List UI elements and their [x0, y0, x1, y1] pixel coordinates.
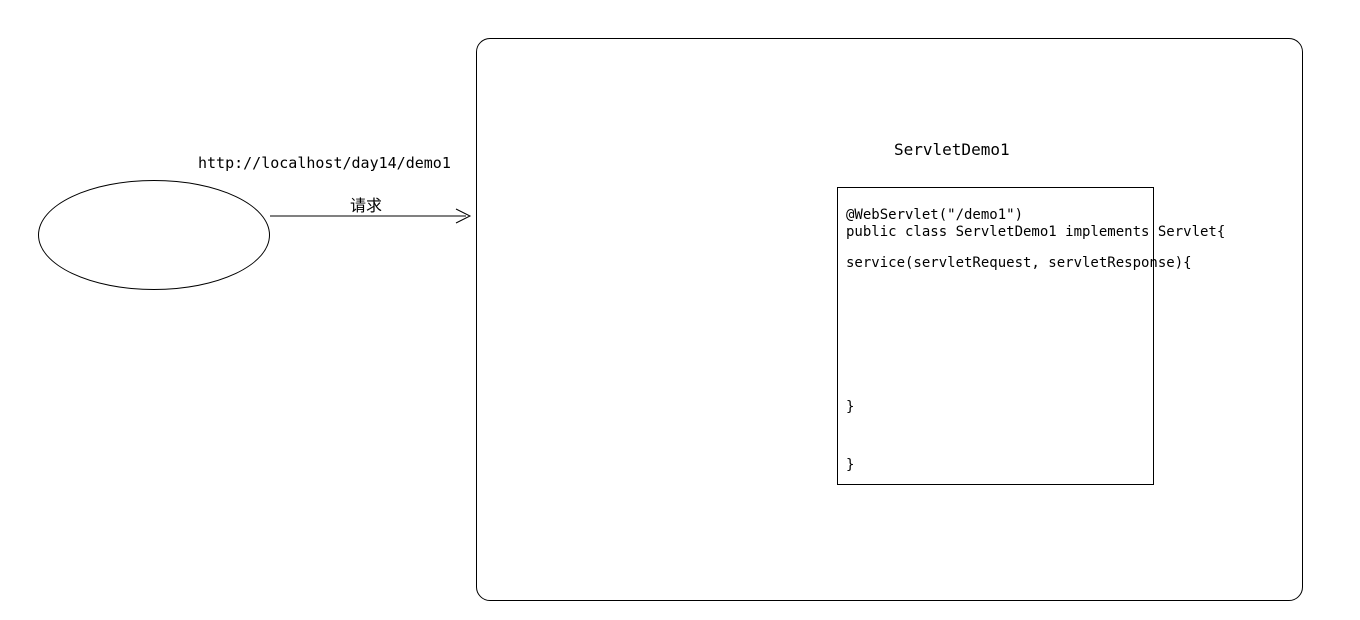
code-annotation: @WebServlet("/demo1") — [846, 206, 1023, 224]
request-label: 请求 — [350, 192, 382, 216]
url-text: http://localhost/day14/demo1 — [198, 154, 451, 172]
code-close-brace-1: } — [846, 398, 854, 416]
client-ellipse — [38, 180, 270, 290]
code-close-brace-2: } — [846, 456, 854, 474]
code-class-decl: public class ServletDemo1 implements Ser… — [846, 223, 1225, 241]
servlet-class-title: ServletDemo1 — [894, 140, 1010, 159]
servlet-code-box: @WebServlet("/demo1") public class Servl… — [837, 187, 1154, 485]
code-service-method: service(servletRequest, servletResponse)… — [846, 254, 1192, 272]
